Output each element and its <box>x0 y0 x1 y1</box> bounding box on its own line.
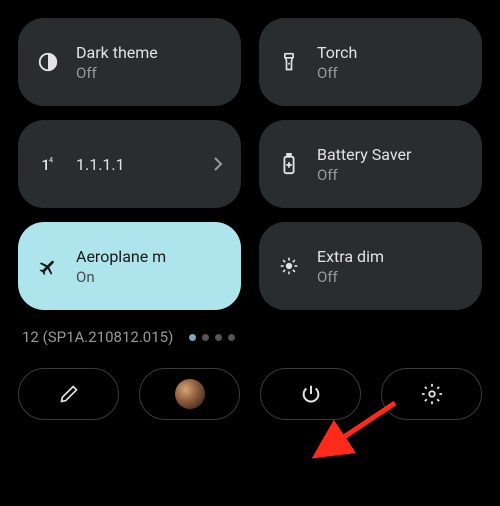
tile-status: Off <box>317 268 464 286</box>
power-button[interactable] <box>260 368 361 420</box>
tile-label: Extra dim <box>317 247 464 266</box>
pencil-icon <box>59 384 79 404</box>
tile-aeroplane[interactable]: Aeroplane m On <box>18 222 241 310</box>
tile-label: Battery Saver <box>317 145 464 164</box>
page-dot <box>228 334 235 341</box>
page-dot <box>202 334 209 341</box>
build-text: 12 (SP1A.210812.015) <box>22 328 173 346</box>
battery-icon <box>277 152 301 176</box>
avatar <box>175 379 205 409</box>
edit-button[interactable] <box>18 368 119 420</box>
user-button[interactable] <box>139 368 240 420</box>
page-dot <box>215 334 222 341</box>
tile-label: Torch <box>317 43 464 62</box>
tile-status: Off <box>317 64 464 82</box>
page-dot <box>189 334 196 341</box>
settings-button[interactable] <box>381 368 482 420</box>
status-row: 12 (SP1A.210812.015) <box>18 328 482 346</box>
torch-icon <box>277 50 301 74</box>
gear-icon <box>421 383 443 405</box>
contrast-icon <box>36 50 60 74</box>
tile-battery-saver[interactable]: Battery Saver Off <box>259 120 482 208</box>
tile-label: Dark theme <box>76 43 223 62</box>
bottom-bar <box>18 368 482 420</box>
signal-icon: 14 <box>36 152 60 176</box>
tile-label: Aeroplane m <box>76 247 223 266</box>
chevron-right-icon <box>213 156 223 172</box>
tile-status: On <box>76 268 223 286</box>
airplane-icon <box>36 254 60 278</box>
svg-text:4: 4 <box>49 155 54 164</box>
tile-torch[interactable]: Torch Off <box>259 18 482 106</box>
quick-settings-grid: Dark theme Off Torch Off 14 1.1.1.1 Batt… <box>18 18 482 310</box>
tile-status: Off <box>76 64 223 82</box>
tile-dns[interactable]: 14 1.1.1.1 <box>18 120 241 208</box>
dim-icon <box>277 254 301 278</box>
page-indicator[interactable] <box>189 334 235 341</box>
tile-label: 1.1.1.1 <box>76 155 205 174</box>
tile-dark-theme[interactable]: Dark theme Off <box>18 18 241 106</box>
tile-extra-dim[interactable]: Extra dim Off <box>259 222 482 310</box>
tile-status: Off <box>317 166 464 184</box>
power-icon <box>300 383 322 405</box>
